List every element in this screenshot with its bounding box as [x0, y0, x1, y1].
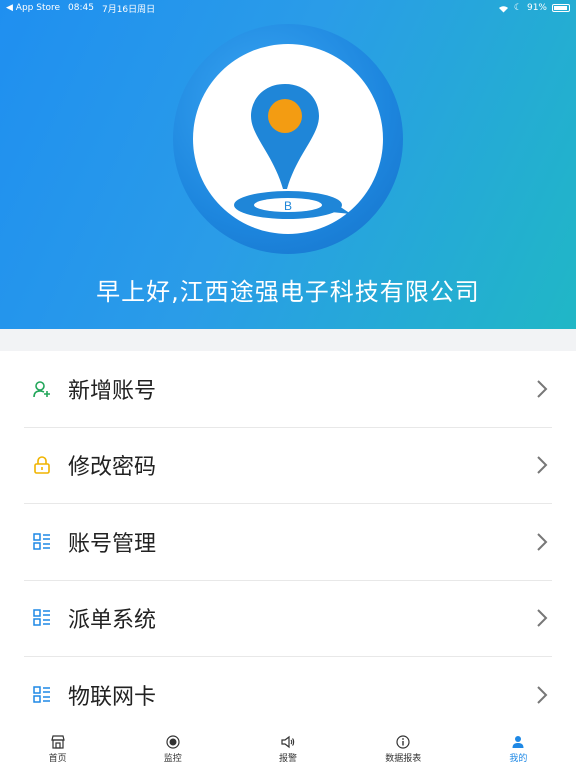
moon-icon: ☾ [513, 3, 522, 13]
menu-item-change-password[interactable]: 修改密码 [24, 428, 552, 504]
back-app-label: App Store [15, 3, 61, 13]
speaker-icon [281, 735, 295, 749]
chevron-right-icon [537, 456, 548, 474]
menu-item-label: 派单系统 [68, 608, 157, 634]
tab-label: 监控 [163, 754, 182, 764]
menu-item-add-account[interactable]: 新增账号 [24, 351, 552, 428]
person-icon [512, 736, 524, 748]
lock-icon [34, 456, 50, 475]
menu-item-label: 账号管理 [68, 531, 157, 557]
chevron-right-icon [537, 609, 548, 627]
status-bar: ◀ App Store 08:45 7月16日周日 ☾ 91% [0, 0, 576, 16]
chevron-right-icon [537, 686, 548, 704]
tab-label: 我的 [509, 754, 528, 764]
svg-text:B: B [284, 199, 292, 213]
tab-alarm[interactable]: 报警 [230, 731, 345, 768]
battery-icon [552, 4, 570, 12]
add-user-icon [33, 380, 50, 397]
greeting-text: 早上好,江西途强电子科技有限公司 [96, 278, 480, 306]
status-time: 08:45 [68, 3, 94, 13]
profile-header: ◀ App Store 08:45 7月16日周日 ☾ 91% B 早上好,江西… [0, 0, 576, 329]
chevron-right-icon [537, 380, 548, 398]
menu-item-dispatch-system[interactable]: 派单系统 [24, 581, 552, 657]
list-icon [33, 686, 50, 703]
target-icon [166, 735, 180, 749]
tab-data-report[interactable]: 数据报表 [346, 731, 461, 768]
battery-percent: 91% [526, 3, 547, 13]
tab-mine[interactable]: 我的 [461, 731, 576, 768]
info-icon [396, 735, 410, 749]
chevron-right-icon [537, 533, 548, 551]
menu-item-label: 新增账号 [68, 378, 157, 404]
list-icon [33, 533, 50, 550]
list-icon [33, 609, 50, 626]
status-date: 7月16日周日 [101, 4, 156, 15]
menu-item-account-management[interactable]: 账号管理 [24, 504, 552, 581]
company-logo: B [173, 24, 403, 254]
bottom-tab-bar: 首页 监控 报警 数据报表 我的 [0, 731, 576, 768]
settings-menu: 新增账号 修改密码 账号管理 派单系统 物联网卡 [0, 351, 576, 731]
tab-monitor[interactable]: 监控 [115, 731, 230, 768]
store-icon [50, 735, 65, 749]
menu-item-label: 物联网卡 [68, 684, 157, 710]
tab-label: 数据报表 [385, 754, 422, 764]
tab-home[interactable]: 首页 [0, 731, 115, 768]
menu-item-iot-card[interactable]: 物联网卡 [24, 657, 552, 731]
location-pin-logo-icon: B [234, 84, 351, 219]
back-to-app-link[interactable]: ◀ App Store [6, 3, 60, 13]
wifi-icon [498, 5, 508, 12]
tab-label: 报警 [279, 754, 298, 764]
tab-label: 首页 [48, 754, 67, 764]
menu-item-label: 修改密码 [68, 455, 157, 481]
